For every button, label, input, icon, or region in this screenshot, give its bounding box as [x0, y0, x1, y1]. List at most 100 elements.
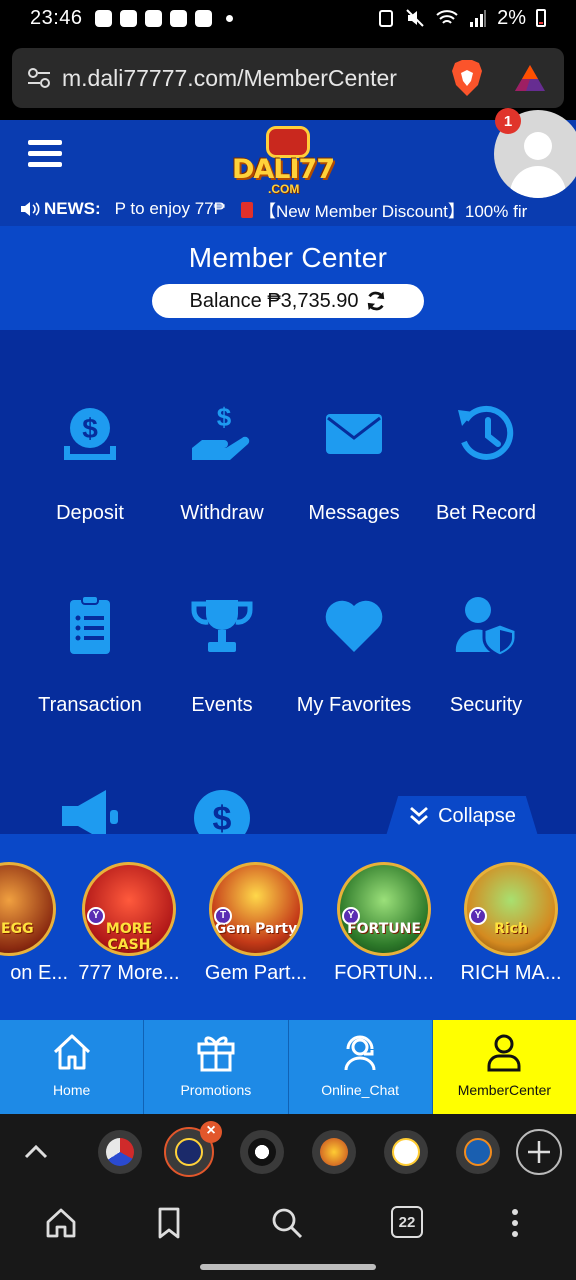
speaker-icon [21, 202, 40, 216]
game-name: RICH MA... [460, 962, 562, 984]
member-actions-grid: $ Deposit $ Withdraw Messages Bet Record [0, 330, 576, 834]
tab-favicon[interactable] [312, 1130, 356, 1174]
action-label: Withdraw [180, 502, 264, 524]
game-thumbnail: Y FORTUNE [337, 862, 431, 956]
address-bar[interactable]: m.dali77777.com/MemberCenter [12, 48, 564, 108]
tab-favicon[interactable] [98, 1130, 142, 1174]
site-header: DALI77 .COM 1 NEWS: P to enjoy 77₱ 【New … [0, 108, 576, 226]
action-deposit[interactable]: $ Deposit [18, 402, 162, 562]
more-menu-icon[interactable] [498, 1206, 532, 1240]
url-text[interactable]: m.dali77777.com/MemberCenter [62, 65, 440, 92]
action-label: Deposit [56, 502, 124, 524]
tab-favicon[interactable] [456, 1130, 500, 1174]
plus-icon [528, 1141, 550, 1163]
game-name: 777 More... [78, 962, 180, 984]
action-label: My Favorites [296, 694, 412, 716]
checkbox-icon [144, 9, 162, 27]
nav-home[interactable]: Home [0, 1020, 145, 1114]
tab-count-button[interactable]: 22 [391, 1206, 423, 1238]
megaphone-icon[interactable] [58, 788, 122, 834]
news-ticker: NEWS: P to enjoy 77₱ 【New Member Discoun… [0, 196, 576, 222]
trophy-icon [191, 600, 253, 652]
action-label: Transaction [38, 694, 142, 716]
news-text: P to enjoy 77₱ [114, 199, 225, 218]
game-thumbnail: N EGG [0, 862, 56, 956]
refresh-icon[interactable] [365, 290, 387, 312]
user-icon [487, 1034, 521, 1072]
nav-label: Promotions [180, 1082, 252, 1098]
clipboard-list-icon [70, 595, 110, 654]
new-tab-button[interactable] [516, 1129, 562, 1175]
history-icon [458, 405, 514, 460]
collapse-label: Collapse [438, 804, 516, 827]
news-text-2: 【New Member Discount】100% fir [258, 201, 528, 221]
telegram-icon-2 [194, 9, 212, 27]
chevron-up-icon[interactable] [22, 1138, 50, 1166]
notification-badge: 1 [495, 108, 521, 134]
game-name: on E... [10, 962, 68, 984]
tab-favicon[interactable] [384, 1130, 428, 1174]
search-icon[interactable] [270, 1206, 304, 1240]
recent-games-strip: N EGG on E... Y MORE CASH 777 More... T … [0, 834, 576, 1020]
bookmark-icon[interactable] [152, 1206, 186, 1240]
gift-icon [197, 1036, 235, 1072]
collapse-button[interactable]: Collapse [386, 796, 538, 834]
nav-online-chat[interactable]: Online_Chat [289, 1020, 433, 1114]
game-item[interactable]: Y FORTUNE FORTUN... [325, 862, 443, 985]
game-thumbnail: Y Rich [464, 862, 558, 956]
battery-percent: 2% [497, 6, 526, 29]
svg-text:$: $ [213, 800, 232, 834]
action-my-favorites[interactable]: My Favorites [282, 594, 426, 754]
game-thumbnail: Y MORE CASH [82, 862, 176, 956]
signal-icon [470, 10, 487, 27]
game-item[interactable]: T Gem Party Gem Part... [197, 862, 315, 985]
close-tab-icon[interactable]: × [200, 1121, 222, 1143]
brave-rewards-icon[interactable] [514, 63, 546, 93]
browser-tab-strip: × [0, 1114, 576, 1190]
tab-favicon[interactable] [240, 1130, 284, 1174]
nav-label: Online_Chat [321, 1082, 400, 1098]
messenger-icon [94, 9, 112, 27]
headset-icon [344, 1035, 376, 1071]
dali77-logo[interactable]: DALI77 .COM [228, 124, 348, 200]
action-withdraw[interactable]: $ Withdraw [150, 402, 294, 562]
nav-promotions[interactable]: Promotions [144, 1020, 289, 1114]
logo-sub: .COM [268, 182, 300, 196]
page-title: Member Center [188, 242, 388, 273]
game-item[interactable]: N EGG on E... [0, 862, 68, 985]
more-dot-icon [225, 14, 233, 22]
game-item[interactable]: Y MORE CASH 777 More... [70, 862, 188, 985]
site-settings-icon[interactable] [26, 65, 52, 91]
gesture-handle[interactable] [200, 1264, 376, 1270]
menu-icon[interactable] [28, 140, 62, 170]
envelope-icon [326, 414, 382, 454]
action-transaction[interactable]: Transaction [18, 594, 162, 754]
notification-icons [94, 9, 233, 27]
game-item[interactable]: Y Rich RICH MA... [452, 862, 570, 985]
hand-money-icon: $ [192, 402, 250, 460]
gmail-icon [169, 9, 187, 27]
status-bar: 23:46 2% [0, 0, 576, 36]
home-icon[interactable] [44, 1206, 78, 1240]
status-time: 23:46 [30, 6, 83, 29]
brave-shields-icon[interactable] [450, 59, 484, 97]
game-name: FORTUN... [334, 962, 434, 984]
nav-member-center[interactable]: MemberCenter [432, 1020, 576, 1114]
balance-pill: Balance ₱3,735.90 [152, 284, 424, 318]
action-security[interactable]: Security [414, 594, 558, 754]
balance-text: Balance ₱3,735.90 [189, 289, 359, 312]
telegram-icon [119, 9, 137, 27]
svg-text:$: $ [82, 413, 98, 444]
user-shield-icon [455, 597, 518, 658]
site-bottom-nav: Home Promotions Online_Chat MemberCenter [0, 1020, 576, 1114]
home-icon [53, 1034, 90, 1070]
action-events[interactable]: Events [150, 594, 294, 754]
battery-icon [536, 9, 546, 27]
action-bet-record[interactable]: Bet Record [414, 402, 558, 562]
dollar-circle-icon[interactable]: $ [192, 788, 252, 834]
browser-bar: m.dali77777.com/MemberCenter [0, 36, 576, 120]
game-thumbnail: T Gem Party [209, 862, 303, 956]
action-messages[interactable]: Messages [282, 402, 426, 562]
alarm-icon [379, 10, 394, 27]
double-chevron-down-icon [410, 806, 429, 825]
